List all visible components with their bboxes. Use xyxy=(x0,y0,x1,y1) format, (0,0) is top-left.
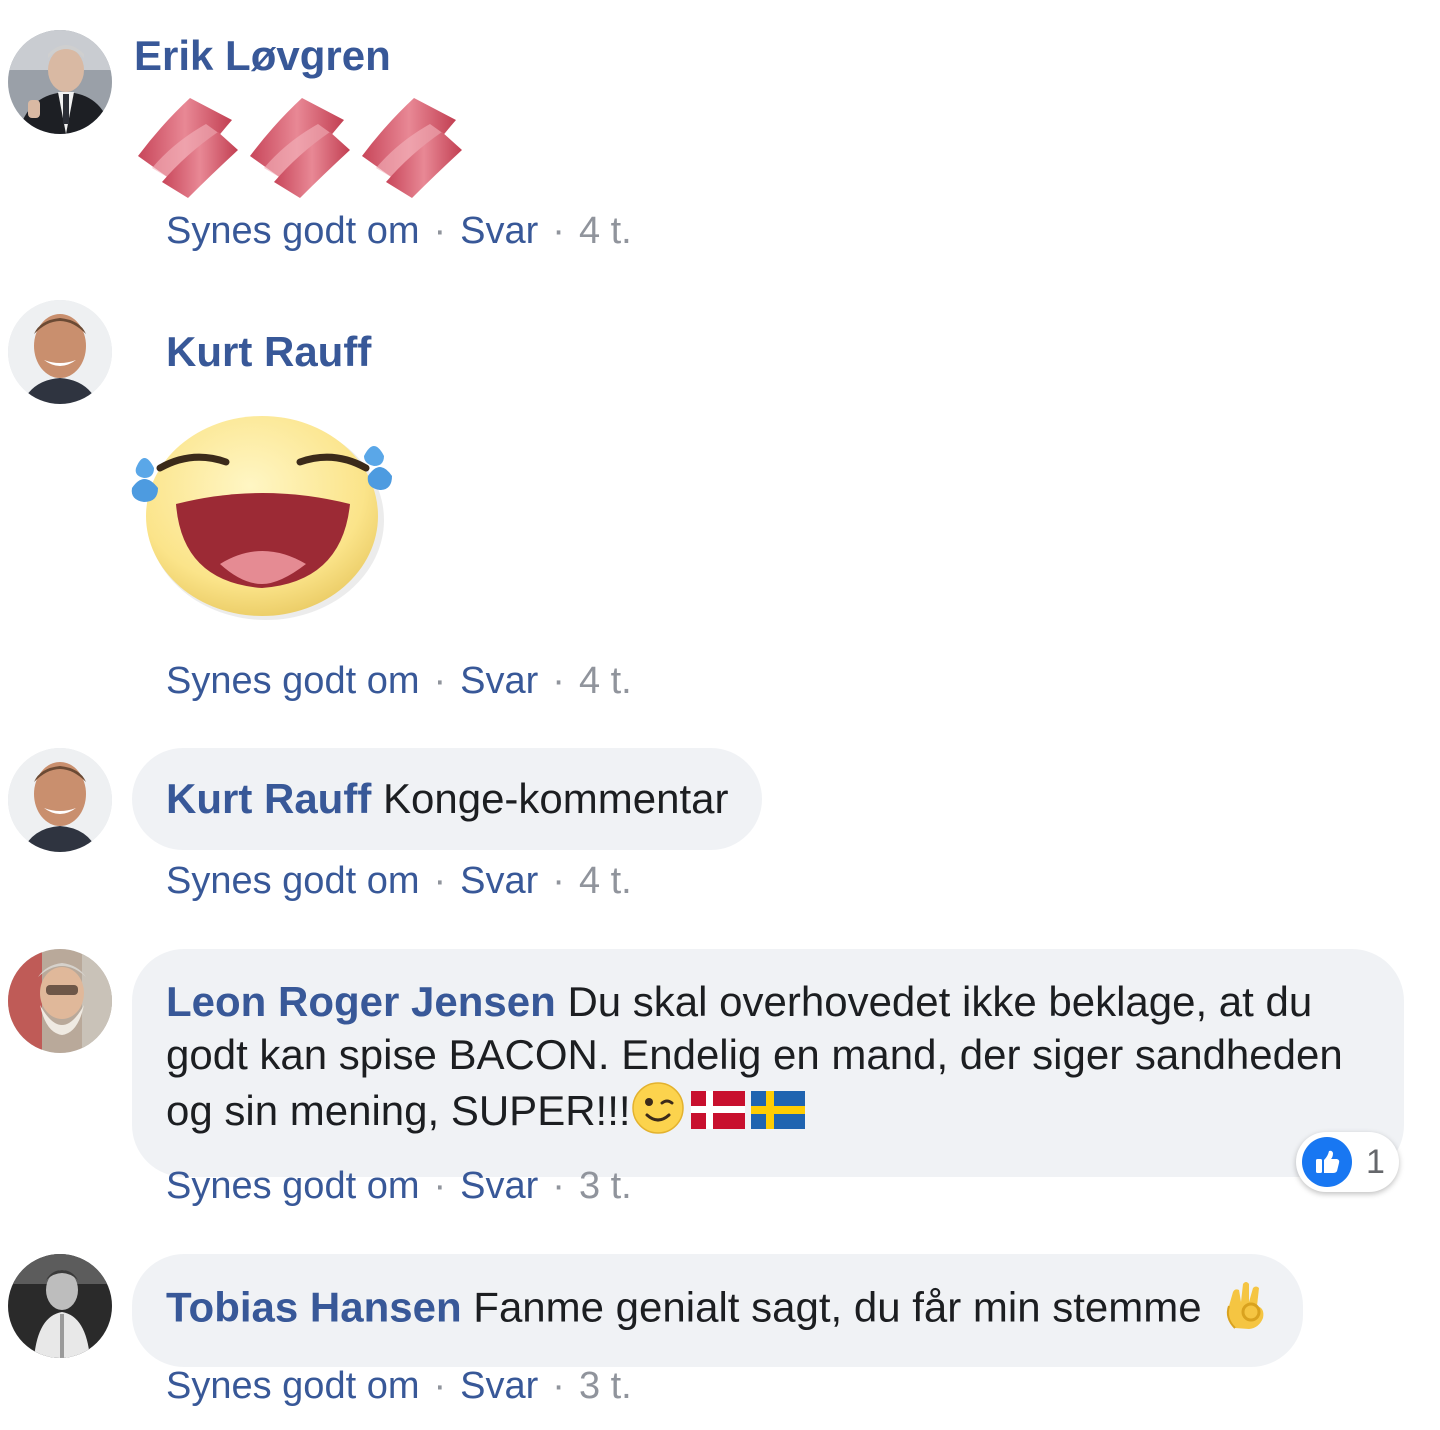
reaction-count-text: 1 xyxy=(1366,1142,1385,1181)
ok-hand-icon xyxy=(1221,1278,1269,1343)
comment-bubble: Leon Roger Jensen Du skal overhovedet ik… xyxy=(132,949,1404,1177)
comment: Erik Løvgren Synes godt om · Svar · 4 t. xyxy=(0,0,1440,290)
separator: · xyxy=(552,1365,565,1407)
comment-actions: Synes godt om · Svar · 3 t. xyxy=(166,1365,632,1408)
comment-author[interactable]: Kurt Rauff xyxy=(166,328,371,376)
comment-actions: Synes godt om · Svar · 4 t. xyxy=(166,660,632,703)
timestamp[interactable]: 4 t. xyxy=(579,660,632,702)
comment-text: Du skal overhovedet ikke beklage, at du xyxy=(567,978,1313,1025)
comment: Kurt Rauff Konge-kommentar Synes godt om… xyxy=(0,740,1440,930)
avatar[interactable] xyxy=(8,949,112,1053)
separator: · xyxy=(433,1365,447,1407)
timestamp[interactable]: 4 t. xyxy=(579,210,632,252)
comment-actions: Synes godt om · Svar · 4 t. xyxy=(166,860,632,903)
avatar[interactable] xyxy=(8,748,112,852)
separator: · xyxy=(433,860,447,902)
separator: · xyxy=(433,660,447,702)
comment: Kurt Rauff Synes godt om · Svar · 4 t. xyxy=(0,290,1440,730)
thumbs-up-icon xyxy=(1302,1137,1352,1187)
laughing-tears-icon xyxy=(131,416,392,620)
timestamp[interactable]: 4 t. xyxy=(579,860,632,902)
like-link[interactable]: Synes godt om xyxy=(166,1165,419,1207)
comment-actions: Synes godt om · Svar · 4 t. xyxy=(166,210,632,253)
laughing-sticker xyxy=(130,412,396,626)
timestamp[interactable]: 3 t. xyxy=(579,1365,632,1407)
comment-text: Fanme genialt sagt, du får min stemme xyxy=(473,1283,1202,1331)
comment-text: Konge-kommentar xyxy=(382,775,729,822)
reaction-count[interactable]: 1 xyxy=(1296,1132,1399,1192)
comment-line: og sin mening, SUPER!!! xyxy=(166,1081,1370,1147)
separator: · xyxy=(552,1165,565,1207)
like-link[interactable]: Synes godt om xyxy=(166,860,419,902)
comment-text: og sin mening, SUPER!!! xyxy=(166,1087,631,1135)
separator: · xyxy=(433,1165,447,1207)
flag-sweden-icon xyxy=(750,1088,805,1141)
comment-author[interactable]: Tobias Hansen xyxy=(166,1284,462,1331)
comment-line: Leon Roger Jensen Du skal overhovedet ik… xyxy=(166,975,1370,1028)
reply-link[interactable]: Svar xyxy=(460,1365,538,1407)
separator: · xyxy=(552,660,565,702)
comment-actions: Synes godt om · Svar · 3 t. xyxy=(166,1165,632,1208)
comment: Tobias Hansen Fanme genialt sagt, du får… xyxy=(0,1250,1440,1430)
reply-link[interactable]: Svar xyxy=(460,860,538,902)
comment-bubble: Tobias Hansen Fanme genialt sagt, du får… xyxy=(132,1254,1304,1367)
comment-author[interactable]: Erik Løvgren xyxy=(134,32,391,80)
comment-bubble: Kurt Rauff Konge-kommentar xyxy=(132,748,763,850)
avatar[interactable] xyxy=(8,300,112,404)
avatar[interactable] xyxy=(8,30,112,134)
avatar[interactable] xyxy=(8,1254,112,1358)
like-link[interactable]: Synes godt om xyxy=(166,210,419,252)
wink-face-icon xyxy=(631,1081,685,1147)
separator: · xyxy=(552,860,565,902)
flag-denmark-icon xyxy=(690,1088,745,1141)
timestamp[interactable]: 3 t. xyxy=(579,1165,632,1207)
separator: · xyxy=(552,210,565,252)
bacon-icon xyxy=(138,98,462,198)
reply-link[interactable]: Svar xyxy=(460,1165,538,1207)
bacon-sticker xyxy=(132,94,472,200)
comment-text: godt kan spise BACON. Endelig en mand, d… xyxy=(166,1031,1343,1078)
comment-author[interactable]: Kurt Rauff xyxy=(166,775,371,822)
like-link[interactable]: Synes godt om xyxy=(166,1365,419,1407)
comment-author[interactable]: Leon Roger Jensen xyxy=(166,978,556,1025)
separator: · xyxy=(433,210,447,252)
reply-link[interactable]: Svar xyxy=(460,660,538,702)
like-link[interactable]: Synes godt om xyxy=(166,660,419,702)
reply-link[interactable]: Svar xyxy=(460,210,538,252)
comment: Leon Roger Jensen Du skal overhovedet ik… xyxy=(0,945,1440,1235)
